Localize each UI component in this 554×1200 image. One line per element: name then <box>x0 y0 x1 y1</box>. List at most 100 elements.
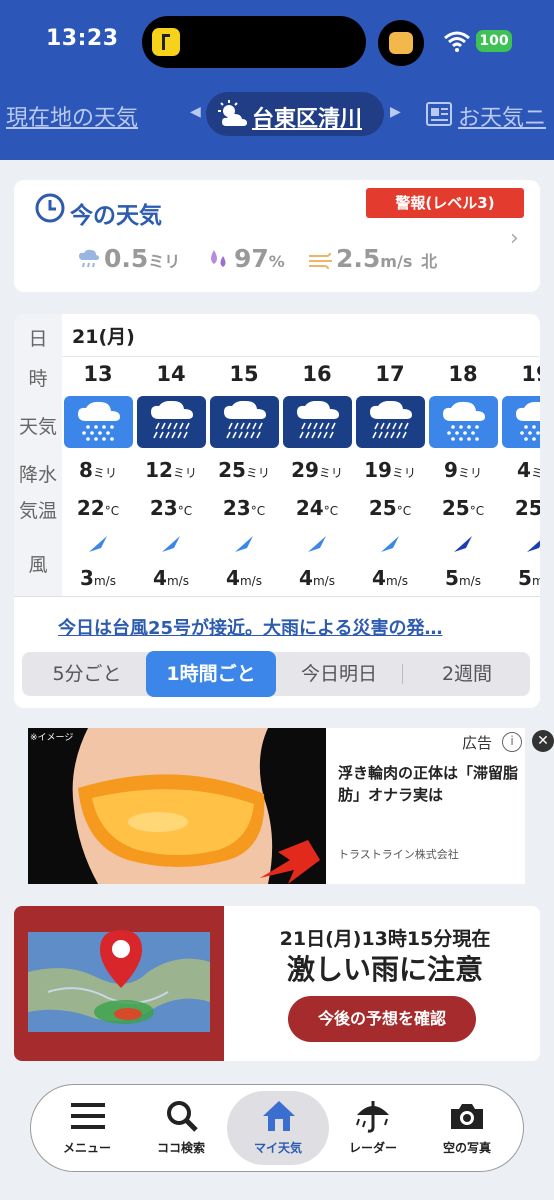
ad-label: 広告 <box>462 734 493 752</box>
temperature: 23°C <box>222 496 266 520</box>
hour-column: 18 9ミリ 25°C 5m/s <box>427 356 500 596</box>
battery-indicator: 100 <box>476 30 512 52</box>
tab-today-tomorrow[interactable]: 今日明日 <box>280 652 398 696</box>
ad-image-note: ※イメージ <box>30 733 74 743</box>
hour-label: 13 <box>83 362 113 386</box>
tab-1hour[interactable]: 1時間ごと <box>146 651 276 697</box>
wind-direction-icon <box>62 534 134 559</box>
ad-illustration <box>28 728 326 884</box>
current-humidity: 97% <box>234 244 285 273</box>
bottom-navigation: メニュー ココ検索 マイ天気 レーダー 空の写真 <box>30 1084 524 1172</box>
hour-label: 16 <box>302 362 332 386</box>
current-rain: 0.5ミリ <box>104 244 181 273</box>
row-label-day: 日 <box>28 328 48 350</box>
hour-label: 19 <box>521 362 540 386</box>
divider <box>402 664 403 684</box>
home-icon <box>263 1101 295 1131</box>
search-icon <box>167 1101 198 1132</box>
nav-my-weather[interactable]: マイ天気 <box>227 1091 329 1165</box>
temperature: 25°C <box>514 496 540 520</box>
hour-label: 18 <box>448 362 478 386</box>
hour-column: 13 8ミリ 22°C 3m/s <box>62 356 135 596</box>
hour-column: 16 29ミリ 24°C 4m/s <box>281 356 354 596</box>
sun-cloud-icon <box>218 100 247 126</box>
ad-headline[interactable]: 浮き輪肉の正体は「滞留脂肪」オナラ実は <box>338 762 518 806</box>
rain-amount: 9ミリ <box>444 458 482 482</box>
camera-app-icon <box>378 20 424 66</box>
nav-radar[interactable]: レーダー <box>327 1085 419 1173</box>
storm-rain-icon <box>356 396 425 448</box>
row-label-wind: 風 <box>28 554 48 576</box>
ad-advertiser: トラストライン株式会社 <box>338 848 459 861</box>
temperature: 25°C <box>441 496 485 520</box>
chevron-right-icon[interactable]: ▶ <box>390 104 401 120</box>
rain-cloud-icon <box>79 249 99 268</box>
rain-alert-banner[interactable]: 21日(月)13時15分現在 激しい雨に注意 今後の予想を確認 <box>14 906 540 1061</box>
ad-image[interactable]: ※イメージ <box>28 728 326 884</box>
row-label-hour: 時 <box>28 368 48 390</box>
wind-speed: 4m/s <box>226 566 262 590</box>
row-label-temp: 気温 <box>18 500 57 522</box>
wind-direction-icon <box>500 534 540 559</box>
tab-current-location[interactable]: 現在地の天気 <box>6 100 138 132</box>
hour-label: 14 <box>156 362 186 386</box>
heavy-rain-icon <box>64 396 133 448</box>
hour-column: 15 25ミリ 23°C 4m/s <box>208 356 281 596</box>
nav-menu[interactable]: メニュー <box>41 1085 133 1173</box>
typhoon-news-link[interactable]: 今日は台風25号が接近。大雨による災害の発… <box>58 614 443 640</box>
hour-label: 17 <box>375 362 405 386</box>
forecast-check-button[interactable]: 今後の予想を確認 <box>288 996 476 1042</box>
wind-speed: 4m/s <box>153 566 189 590</box>
storm-rain-icon <box>210 396 279 448</box>
wind-speed: 4m/s <box>299 566 335 590</box>
nav-sky-photos[interactable]: 空の写真 <box>421 1085 513 1173</box>
rain-amount: 19ミリ <box>364 458 416 482</box>
tab-2weeks[interactable]: 2週間 <box>406 652 528 696</box>
storm-rain-icon <box>137 396 206 448</box>
warning-badge[interactable]: 警報(レベル3) <box>366 188 524 218</box>
rain-alert-time: 21日(月)13時15分現在 <box>279 928 491 950</box>
nav-label: メニュー <box>62 1141 111 1155</box>
clock-icon <box>35 193 65 223</box>
tab-news[interactable]: お天気ニ <box>458 100 546 132</box>
current-wind: 2.5m/s 北 <box>336 244 438 273</box>
wind-speed: 5m/s <box>518 566 540 590</box>
hour-column: 14 12ミリ 23°C 4m/s <box>135 356 208 596</box>
wind-direction-icon <box>135 534 207 559</box>
nav-label: マイ天気 <box>253 1141 302 1155</box>
forecast-date: 21(月) <box>72 326 135 348</box>
rain-amount: 8ミリ <box>79 458 117 482</box>
temperature: 24°C <box>295 496 339 520</box>
news-icon <box>426 102 452 126</box>
ad-info-icon[interactable]: i <box>502 732 522 752</box>
wind-speed: 4m/s <box>372 566 408 590</box>
rain-amount: 12ミリ <box>145 458 197 482</box>
storm-rain-icon <box>283 396 352 448</box>
close-icon[interactable]: ✕ <box>532 730 554 752</box>
status-time: 13:23 <box>46 26 119 51</box>
wind-direction-icon <box>208 534 280 559</box>
tab-label: 台東区清川 <box>252 107 363 132</box>
wifi-icon <box>444 31 470 52</box>
nav-label: レーダー <box>348 1141 397 1155</box>
rain-alert-title: 激しい雨に注意 <box>286 953 483 986</box>
hour-column: 17 19ミリ 25°C 4m/s <box>354 356 427 596</box>
wind-direction-icon <box>354 534 426 559</box>
rain-amount: 29ミリ <box>291 458 343 482</box>
wind-direction-icon <box>427 534 499 559</box>
camera-icon <box>451 1104 483 1129</box>
rain-amount: 4ミリ <box>517 458 540 482</box>
hour-column: 19 4ミリ 25°C 5m/s <box>500 356 540 596</box>
temperature: 23°C <box>149 496 193 520</box>
heavy-rain-icon <box>502 396 540 448</box>
nav-label: ココ検索 <box>156 1141 205 1155</box>
umbrella-icon <box>356 1101 389 1133</box>
tab-5min[interactable]: 5分ごと <box>32 652 142 696</box>
map-pin-icon <box>100 930 142 988</box>
divider <box>14 596 540 597</box>
chevron-left-icon[interactable]: ◀ <box>190 104 201 120</box>
hour-label: 15 <box>229 362 259 386</box>
wind-direction-icon <box>281 534 353 559</box>
temperature: 25°C <box>368 496 412 520</box>
nav-search[interactable]: ココ検索 <box>135 1085 227 1173</box>
